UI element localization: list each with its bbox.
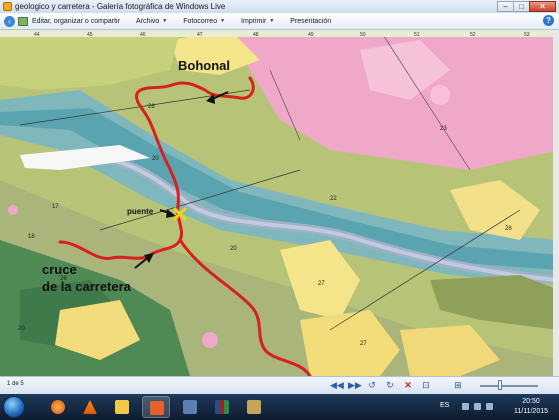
pink-blob <box>202 332 218 348</box>
library-icon <box>215 400 229 414</box>
zoom-slider-knob[interactable] <box>498 380 503 390</box>
title-bar: geologico y carretera - Galería fotográf… <box>0 0 559 14</box>
viewer-control-bar: 1 de 5 ◀◀ ▶▶ ↺ ↻ ✕ ⊡ ⊞ <box>0 376 559 394</box>
menu-presentacion[interactable]: Presentación <box>290 18 331 25</box>
grid-number: 45 <box>87 32 93 38</box>
unit-code: 20 <box>18 326 25 332</box>
window-title: geologico y carretera - Galería fotográf… <box>15 2 226 11</box>
menu-imprimir[interactable]: Imprimir ▼ <box>241 18 274 25</box>
menu-edit-organize-share[interactable]: Editar, organizar o compartir <box>32 18 120 25</box>
label-cruce: cruce <box>42 262 77 277</box>
grid-number: 52 <box>470 32 476 38</box>
grid-number: 51 <box>414 32 420 38</box>
window-controls: – □ ✕ <box>497 1 556 12</box>
vlc-icon <box>83 400 97 414</box>
clock[interactable]: 20:50 11/11/2015 <box>508 397 554 417</box>
taskbar-explorer[interactable] <box>108 396 136 418</box>
taskbar-image-viewer[interactable] <box>176 396 204 418</box>
chevron-down-icon: ▼ <box>220 18 226 24</box>
pink-blob <box>8 205 18 215</box>
chevron-down-icon: ▼ <box>269 18 275 24</box>
grid-number: 47 <box>197 32 203 38</box>
geologic-map: 44 45 46 47 48 49 50 51 52 53 26 20 17 2… <box>0 30 559 376</box>
unit-code: 18 <box>28 234 35 240</box>
edit-picture-icon <box>18 16 28 26</box>
photo-viewer-image: 44 45 46 47 48 49 50 51 52 53 26 20 17 2… <box>0 30 559 376</box>
next-button[interactable]: ▶▶ <box>348 380 362 391</box>
taskbar-firefox[interactable] <box>44 396 72 418</box>
unit-code: 27 <box>360 341 367 347</box>
grid-number: 46 <box>140 32 146 38</box>
network-icon[interactable] <box>474 403 481 410</box>
menu-archivo[interactable]: Archivo ▼ <box>136 18 167 25</box>
help-icon[interactable]: ? <box>543 15 554 26</box>
vertical-scrollbar[interactable] <box>553 30 559 376</box>
fit-window-button[interactable]: ⊞ <box>452 380 464 391</box>
start-button[interactable] <box>3 396 25 418</box>
minimize-button[interactable]: – <box>497 1 514 12</box>
label-de-la-carretera: de la carretera <box>42 279 132 294</box>
unit-code: 17 <box>52 204 59 210</box>
grid-number: 53 <box>524 32 530 38</box>
document-icon <box>247 400 261 414</box>
taskbar-document[interactable] <box>240 396 268 418</box>
clock-time: 20:50 <box>522 398 540 405</box>
photo-counter: 1 de 5 <box>7 381 24 387</box>
unit-code: 20 <box>230 246 237 252</box>
taskbar-vlc[interactable] <box>76 396 104 418</box>
unit-code: 20 <box>152 156 159 162</box>
pink-blob <box>430 85 450 105</box>
back-arrow-icon[interactable]: ‹ <box>4 15 15 27</box>
label-puente: puente <box>127 207 154 216</box>
volume-icon[interactable] <box>486 403 493 410</box>
taskbar: ES 20:50 11/11/2015 <box>0 394 559 420</box>
chevron-down-icon: ▼ <box>162 18 168 24</box>
maximize-button[interactable]: □ <box>513 1 530 12</box>
actual-size-button[interactable]: ⊡ <box>420 380 432 391</box>
photo-gallery-app-icon <box>3 2 12 11</box>
image-viewer-icon <box>183 400 197 414</box>
taskbar-library[interactable] <box>208 396 236 418</box>
clock-date: 11/11/2015 <box>514 408 548 415</box>
tray-icon[interactable] <box>462 403 469 410</box>
label-bohonal: Bohonal <box>178 58 230 73</box>
language-indicator[interactable]: ES <box>440 402 449 409</box>
firefox-icon <box>51 400 65 414</box>
previous-button[interactable]: ◀◀ <box>330 380 344 391</box>
menu-fotocorreo[interactable]: Fotocorreo ▼ <box>183 18 225 25</box>
unit-code: 27 <box>318 281 325 287</box>
unit-code: 26 <box>148 104 155 110</box>
zoom-slider[interactable] <box>480 385 538 387</box>
folder-icon <box>115 400 129 414</box>
grid-number: 48 <box>253 32 259 38</box>
unit-code: 23 <box>440 126 447 132</box>
rotate-right-button[interactable]: ↻ <box>384 380 396 391</box>
unit-code: 28 <box>505 226 512 232</box>
grid-number: 49 <box>308 32 314 38</box>
delete-button[interactable]: ✕ <box>402 380 414 391</box>
photo-gallery-icon <box>150 401 164 415</box>
rotate-left-button[interactable]: ↺ <box>366 380 378 391</box>
unit-code: 22 <box>330 196 337 202</box>
grid-number: 44 <box>34 32 40 38</box>
grid-number: 50 <box>360 32 366 38</box>
taskbar-photo-gallery[interactable] <box>142 396 170 418</box>
menu-bar: ‹ Editar, organizar o compartir Archivo ▼… <box>0 13 559 30</box>
close-button[interactable]: ✕ <box>529 1 556 12</box>
